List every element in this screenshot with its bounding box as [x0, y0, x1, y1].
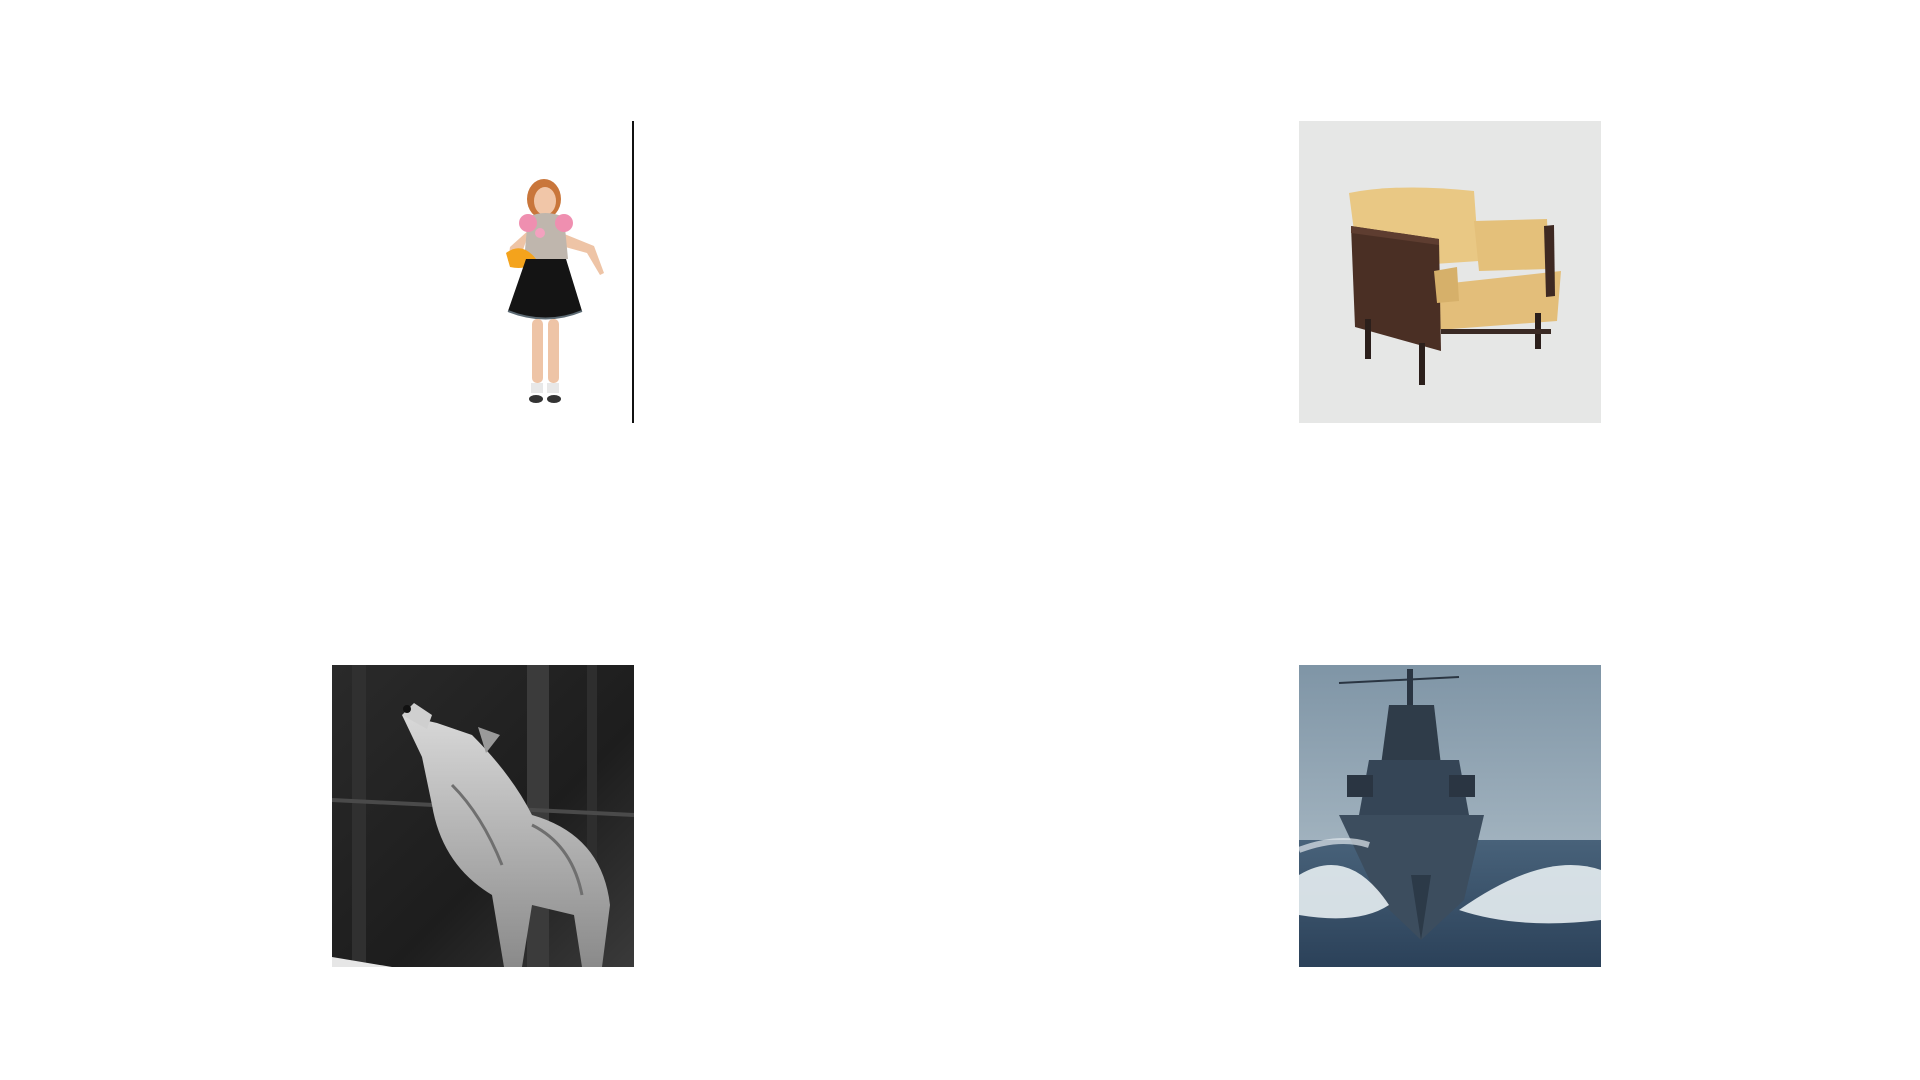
armchair-image[interactable]	[1299, 121, 1601, 423]
wolf-illustration	[332, 665, 634, 967]
dancer-image[interactable]	[332, 121, 634, 423]
slide-canvas	[0, 0, 1920, 1080]
dancer-illustration	[506, 179, 604, 403]
wolf-image[interactable]	[332, 665, 634, 967]
warship-illustration	[1299, 665, 1601, 967]
vertical-divider-line	[632, 121, 634, 423]
armchair-illustration	[1299, 121, 1601, 423]
warship-image[interactable]	[1299, 665, 1601, 967]
